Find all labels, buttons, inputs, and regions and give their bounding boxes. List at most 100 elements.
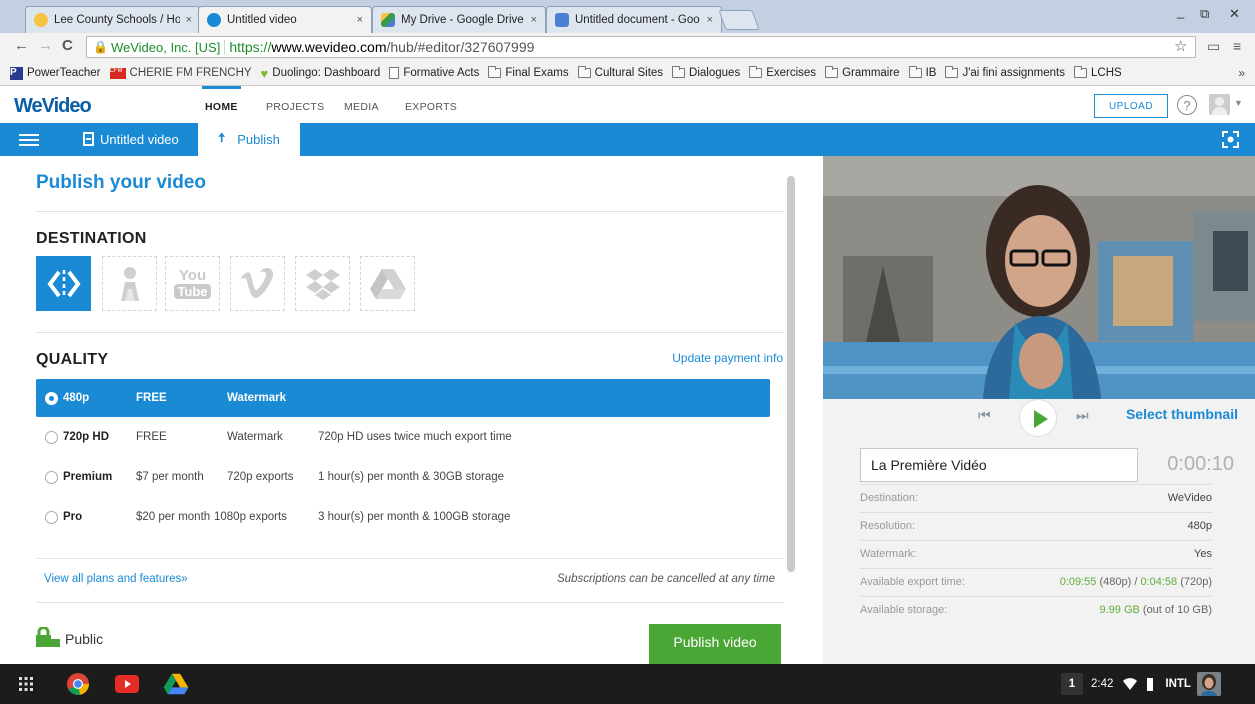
video-preview[interactable] — [823, 156, 1255, 399]
hamburger-menu-icon[interactable] — [19, 134, 39, 146]
destination-dropbox[interactable] — [295, 256, 350, 311]
radio-premium[interactable] — [45, 470, 58, 484]
lock-icon: 🔒 — [93, 40, 108, 54]
address-bar[interactable]: 🔒 WeVideo, Inc. [US] https:// www.wevide… — [86, 36, 1196, 58]
publish-video-button[interactable]: Publish video — [649, 624, 781, 664]
help-icon[interactable]: ? — [1177, 95, 1197, 115]
chevron-down-icon[interactable]: ▼ — [1234, 98, 1243, 108]
view-plans-link[interactable]: View all plans and features» — [44, 573, 188, 585]
bookmark-ib[interactable]: IB — [908, 66, 936, 79]
browser-tab-untitled-video[interactable]: Untitled video × — [198, 6, 372, 33]
bookmark-grammaire[interactable]: Grammaire — [825, 66, 900, 79]
cherie-fm-icon: CFM — [109, 67, 126, 79]
close-tab-icon[interactable]: × — [707, 14, 713, 26]
ev-certificate-label[interactable]: WeVideo, Inc. [US] — [111, 39, 226, 55]
folder-icon — [577, 66, 591, 78]
chrome-menu-icon[interactable]: ≡ — [1233, 38, 1241, 54]
system-tray[interactable]: 1 2:42 INTL — [1061, 671, 1255, 697]
info-row-destination: Destination: WeVideo — [860, 484, 1212, 510]
browser-tab-lee-county[interactable]: Lee County Schools / Hom × — [25, 6, 201, 33]
quality-heading: QUALITY — [36, 351, 109, 368]
minimize-icon[interactable]: _ — [1177, 4, 1184, 19]
clock[interactable]: 2:42 — [1091, 678, 1113, 690]
restore-icon[interactable]: ⧉ — [1200, 6, 1209, 22]
skip-back-icon[interactable]: ⏮ — [978, 407, 991, 424]
wifi-icon[interactable] — [1123, 678, 1138, 690]
project-title[interactable]: Untitled video — [100, 132, 179, 147]
bookmark-dialogues[interactable]: Dialogues — [672, 66, 740, 79]
url-host: www.wevideo.com — [271, 39, 387, 55]
update-payment-link[interactable]: Update payment info — [600, 351, 783, 365]
browser-tab-google-doc[interactable]: Untitled document - Goo × — [546, 6, 722, 33]
drive-icon[interactable] — [163, 673, 189, 695]
browser-toolbar: ← → C 🔒 WeVideo, Inc. [US] https:// www.… — [0, 33, 1255, 61]
skip-forward-icon[interactable]: ⏭ — [1076, 407, 1089, 424]
battery-icon[interactable] — [1147, 677, 1154, 691]
quality-option-premium[interactable]: Premium $7 per month 720p exports 1 hour… — [36, 458, 770, 496]
quality-option-pro[interactable]: Pro $20 per month 1080p exports 3 hour(s… — [36, 498, 770, 536]
unlock-icon[interactable] — [36, 627, 60, 647]
nav-home[interactable]: HOME — [202, 86, 241, 113]
destination-google-classroom[interactable] — [102, 256, 157, 311]
google-drive-favicon-icon — [381, 13, 395, 27]
app-launcher-icon[interactable] — [18, 676, 34, 692]
chrome-icon[interactable] — [66, 672, 90, 696]
nav-exports[interactable]: EXPORTS — [405, 101, 457, 113]
destination-wevideo[interactable] — [36, 256, 91, 311]
bookmark-duolingo[interactable]: ♥ Duolingo: Dashboard — [261, 66, 381, 81]
scrollbar[interactable] — [787, 176, 795, 572]
player-controls: ⏮ ⏭ Select thumbnail — [823, 399, 1255, 437]
new-tab-button[interactable] — [718, 10, 760, 30]
quality-option-720p-hd[interactable]: 720p HD FREE Watermark 720p HD uses twic… — [36, 418, 770, 456]
close-window-icon[interactable]: ✕ — [1229, 6, 1240, 22]
bookmark-exercises[interactable]: Exercises — [749, 66, 816, 79]
bookmark-cherie-fm[interactable]: CFM CHERIE FM FRENCHY — [109, 67, 252, 79]
bookmark-jai-fini[interactable]: J'ai fini assignments — [945, 66, 1065, 79]
tray-avatar[interactable] — [1196, 672, 1221, 696]
visibility-label[interactable]: Public — [65, 631, 103, 647]
folder-icon — [908, 66, 922, 78]
close-tab-icon[interactable]: × — [186, 14, 192, 26]
browser-tab-google-drive[interactable]: My Drive - Google Drive × — [372, 6, 546, 33]
destination-youtube[interactable]: You Tube — [165, 256, 220, 311]
close-tab-icon[interactable]: × — [357, 14, 363, 26]
document-icon — [389, 67, 400, 79]
notification-count-badge[interactable]: 1 — [1061, 673, 1083, 695]
bookmark-cultural-sites[interactable]: Cultural Sites — [577, 66, 663, 79]
destination-google-drive[interactable] — [360, 256, 415, 311]
radio-480p[interactable] — [45, 391, 58, 405]
bookmark-powerteacher[interactable]: P PowerTeacher — [10, 66, 101, 80]
tab-publish[interactable]: 🠅 Publish — [198, 123, 300, 156]
upload-button[interactable]: UPLOAD — [1094, 94, 1168, 118]
more-bookmarks-icon[interactable]: » — [1238, 66, 1245, 80]
bookmark-lchs[interactable]: LCHS — [1074, 66, 1122, 79]
video-title-input[interactable] — [860, 448, 1138, 482]
avatar[interactable] — [1209, 94, 1230, 115]
wevideo-logo[interactable]: WeVideo — [14, 95, 92, 118]
divider — [36, 211, 784, 212]
youtube-icon[interactable] — [115, 675, 139, 693]
publish-panel: Publish your video DESTINATION You Tube — [0, 156, 823, 664]
folder-icon — [825, 66, 839, 78]
info-row-watermark: Watermark: Yes — [860, 540, 1212, 566]
reload-icon[interactable]: C — [62, 37, 73, 54]
select-thumbnail-link[interactable]: Select thumbnail — [1126, 406, 1238, 422]
radio-pro[interactable] — [45, 510, 58, 524]
back-arrow-icon[interactable]: ← — [14, 37, 29, 54]
radio-720p-hd[interactable] — [45, 430, 58, 444]
bookmark-formative-acts[interactable]: Formative Acts — [389, 67, 479, 79]
close-tab-icon[interactable]: × — [531, 14, 537, 26]
nav-projects[interactable]: PROJECTS — [266, 101, 324, 113]
input-method-label[interactable]: INTL — [1165, 678, 1191, 690]
play-button[interactable] — [1019, 399, 1057, 437]
destination-vimeo[interactable] — [230, 256, 285, 311]
forward-arrow-icon[interactable]: → — [38, 37, 53, 54]
bookmark-star-icon[interactable]: ☆ — [1174, 37, 1187, 55]
avatar-image — [1196, 672, 1221, 696]
quality-option-480p[interactable]: 480p FREE Watermark — [36, 379, 770, 417]
bookmark-final-exams[interactable]: Final Exams — [488, 66, 569, 79]
fullscreen-icon[interactable] — [1222, 131, 1239, 148]
cast-icon[interactable]: ▭ — [1207, 38, 1220, 55]
video-duration: 0:00:10 — [1167, 453, 1234, 475]
nav-media[interactable]: MEDIA — [344, 101, 379, 113]
